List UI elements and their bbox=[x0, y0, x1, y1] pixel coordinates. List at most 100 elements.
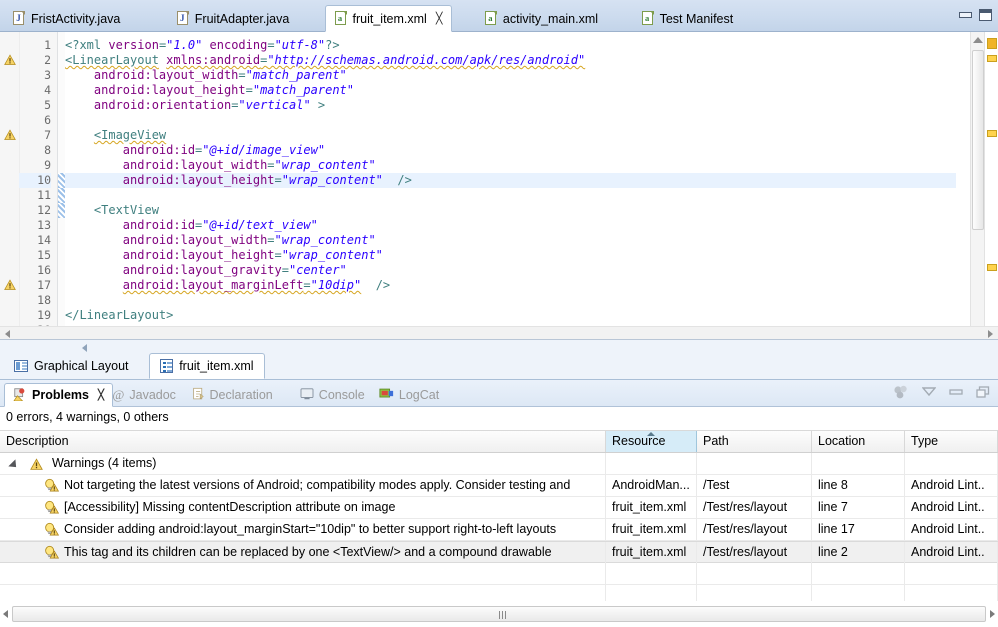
editor-overview-ruler[interactable] bbox=[984, 32, 998, 339]
table-row-empty bbox=[0, 563, 998, 585]
scroll-up-icon[interactable] bbox=[973, 37, 983, 43]
restore-icon[interactable] bbox=[976, 385, 990, 399]
code-line-13[interactable]: android:id="@+id/text_view" bbox=[65, 218, 956, 233]
editor-tab-2[interactable]: a fruit_item.xml ╳ bbox=[324, 5, 453, 32]
problems-tab-1[interactable]: @ Javadoc bbox=[104, 383, 184, 407]
scroll-left-icon[interactable] bbox=[5, 330, 10, 338]
line-number: 18 bbox=[37, 293, 51, 307]
problems-tab-0[interactable]: Problems ╳ bbox=[4, 383, 113, 407]
column-header-2[interactable]: Path bbox=[697, 431, 812, 452]
code-line-5[interactable]: android:orientation="vertical" > bbox=[65, 98, 956, 113]
editor-vertical-scrollbar[interactable] bbox=[970, 32, 984, 339]
maximize-icon[interactable] bbox=[979, 9, 992, 21]
code-line-17[interactable]: android:layout_marginLeft="10dip" /> bbox=[65, 278, 956, 293]
filters-icon[interactable] bbox=[893, 385, 909, 399]
editor-tab-0[interactable]: J FristActivity.java bbox=[4, 5, 129, 32]
minimize-icon[interactable] bbox=[949, 386, 963, 398]
problem-description: Consider adding android:layout_marginSta… bbox=[64, 522, 557, 536]
code-line-3[interactable]: android:layout_width="match_parent" bbox=[65, 68, 956, 83]
warning-marker-icon[interactable] bbox=[4, 129, 17, 142]
problems-tab-label: Javadoc bbox=[129, 388, 176, 402]
warning-triangle-icon bbox=[30, 457, 43, 474]
code-line-7[interactable]: <ImageView bbox=[65, 128, 956, 143]
problem-location: line 17 bbox=[812, 519, 905, 540]
editor-horizontal-scrollbar[interactable] bbox=[0, 326, 998, 339]
line-number: 11 bbox=[37, 188, 51, 202]
overview-marker[interactable] bbox=[987, 130, 997, 137]
editor-bottom-tabs: Graphical Layout fruit_item.xml bbox=[0, 340, 998, 380]
overview-marker[interactable] bbox=[987, 264, 997, 271]
console-icon bbox=[300, 387, 314, 403]
minimize-icon[interactable] bbox=[959, 10, 972, 20]
column-header-3[interactable]: Location bbox=[812, 431, 905, 452]
column-header-1[interactable]: Resource bbox=[606, 431, 697, 452]
changed-line-indicator bbox=[58, 203, 65, 218]
tab-close-icon[interactable]: ╳ bbox=[98, 390, 104, 401]
scroll-right-icon[interactable] bbox=[988, 330, 993, 338]
code-line-9[interactable]: android:layout_width="wrap_content" bbox=[65, 158, 956, 173]
problems-tab-3[interactable]: Console bbox=[292, 383, 373, 407]
scrollbar-thumb[interactable] bbox=[972, 50, 984, 230]
tab-scroller[interactable] bbox=[38, 341, 998, 352]
code-line-10[interactable]: android:layout_height="wrap_content" /> bbox=[65, 173, 956, 188]
table-row[interactable]: [Accessibility] Missing contentDescripti… bbox=[0, 497, 998, 519]
view-menu-icon[interactable] bbox=[922, 386, 936, 398]
problem-resource: fruit_item.xml bbox=[606, 542, 697, 563]
problems-group-row[interactable]: Warnings (4 items) bbox=[0, 453, 998, 475]
problems-tab-2[interactable]: Declaration bbox=[184, 383, 281, 407]
warning-marker-icon[interactable] bbox=[4, 279, 17, 292]
line-number: 15 bbox=[37, 248, 51, 262]
problems-tab-4[interactable]: LogCat bbox=[371, 383, 447, 407]
code-editor[interactable]: 1234567891011121314151617181920 <?xml ve… bbox=[0, 32, 998, 340]
bottom-tab-1[interactable]: fruit_item.xml bbox=[149, 353, 265, 379]
problems-horizontal-scrollbar[interactable] bbox=[0, 601, 998, 627]
problem-location: line 2 bbox=[812, 542, 905, 563]
editor-tab-label: FruitAdapter.java bbox=[194, 11, 290, 26]
problem-type: Android Lint.. bbox=[905, 475, 998, 496]
editor-tab-3[interactable]: a activity_main.xml bbox=[476, 5, 607, 32]
window-controls bbox=[959, 9, 992, 21]
code-line-8[interactable]: android:id="@+id/image_view" bbox=[65, 143, 956, 158]
editor-line-numbers: 1234567891011121314151617181920 bbox=[19, 32, 58, 339]
code-line-14[interactable]: android:layout_width="wrap_content" bbox=[65, 233, 956, 248]
overview-marker[interactable] bbox=[987, 38, 997, 49]
changed-line-indicator bbox=[58, 188, 65, 203]
code-line-18[interactable] bbox=[65, 293, 956, 308]
editor-tab-label: FristActivity.java bbox=[31, 11, 121, 26]
code-line-12[interactable]: <TextView bbox=[65, 203, 956, 218]
code-line-15[interactable]: android:layout_height="wrap_content" bbox=[65, 248, 956, 263]
chevron-left-icon[interactable] bbox=[82, 344, 87, 352]
code-line-4[interactable]: android:layout_height="match_parent" bbox=[65, 83, 956, 98]
scroll-left-icon[interactable] bbox=[3, 610, 8, 618]
bottom-tab-row: Graphical Layout fruit_item.xml bbox=[0, 353, 998, 380]
scroll-right-icon[interactable] bbox=[990, 610, 995, 618]
column-header-4[interactable]: Type bbox=[905, 431, 998, 452]
problem-path: /Test/res/layout bbox=[697, 542, 812, 563]
code-line-6[interactable] bbox=[65, 113, 956, 128]
table-row[interactable]: This tag and its children can be replace… bbox=[0, 541, 998, 563]
editor-marker-gutter[interactable] bbox=[0, 32, 20, 339]
code-line-1[interactable]: <?xml version="1.0" encoding="utf-8"?> bbox=[65, 38, 956, 53]
editor-tab-label: Test Manifest bbox=[659, 11, 734, 26]
warning-marker-icon[interactable] bbox=[4, 54, 17, 67]
bottom-tab-label: fruit_item.xml bbox=[179, 359, 254, 373]
editor-tab-1[interactable]: J FruitAdapter.java bbox=[168, 5, 299, 32]
bottom-tab-0[interactable]: Graphical Layout bbox=[4, 353, 139, 379]
overview-marker[interactable] bbox=[987, 55, 997, 62]
table-row[interactable]: Consider adding android:layout_marginSta… bbox=[0, 519, 998, 541]
editor-tab-4[interactable]: a Test Manifest bbox=[633, 5, 743, 32]
scrollbar-thumb[interactable] bbox=[12, 606, 986, 622]
table-row[interactable]: Not targeting the latest versions of And… bbox=[0, 475, 998, 497]
tab-close-icon[interactable]: ╳ bbox=[436, 12, 443, 25]
code-line-16[interactable]: android:layout_gravity="center" bbox=[65, 263, 956, 278]
code-line-2[interactable]: <LinearLayout xmlns:android="http://sche… bbox=[65, 53, 956, 68]
column-header-label: Description bbox=[6, 434, 69, 448]
code-line-19[interactable]: </LinearLayout> bbox=[65, 308, 956, 323]
column-header-0[interactable]: Description bbox=[0, 431, 606, 452]
line-number: 17 bbox=[37, 278, 51, 292]
line-number: 2 bbox=[44, 53, 51, 67]
editor-code-area[interactable]: <?xml version="1.0" encoding="utf-8"?> <L… bbox=[65, 32, 956, 339]
problem-resource: fruit_item.xml bbox=[606, 497, 697, 518]
line-number: 19 bbox=[37, 308, 51, 322]
code-line-11[interactable] bbox=[65, 188, 956, 203]
